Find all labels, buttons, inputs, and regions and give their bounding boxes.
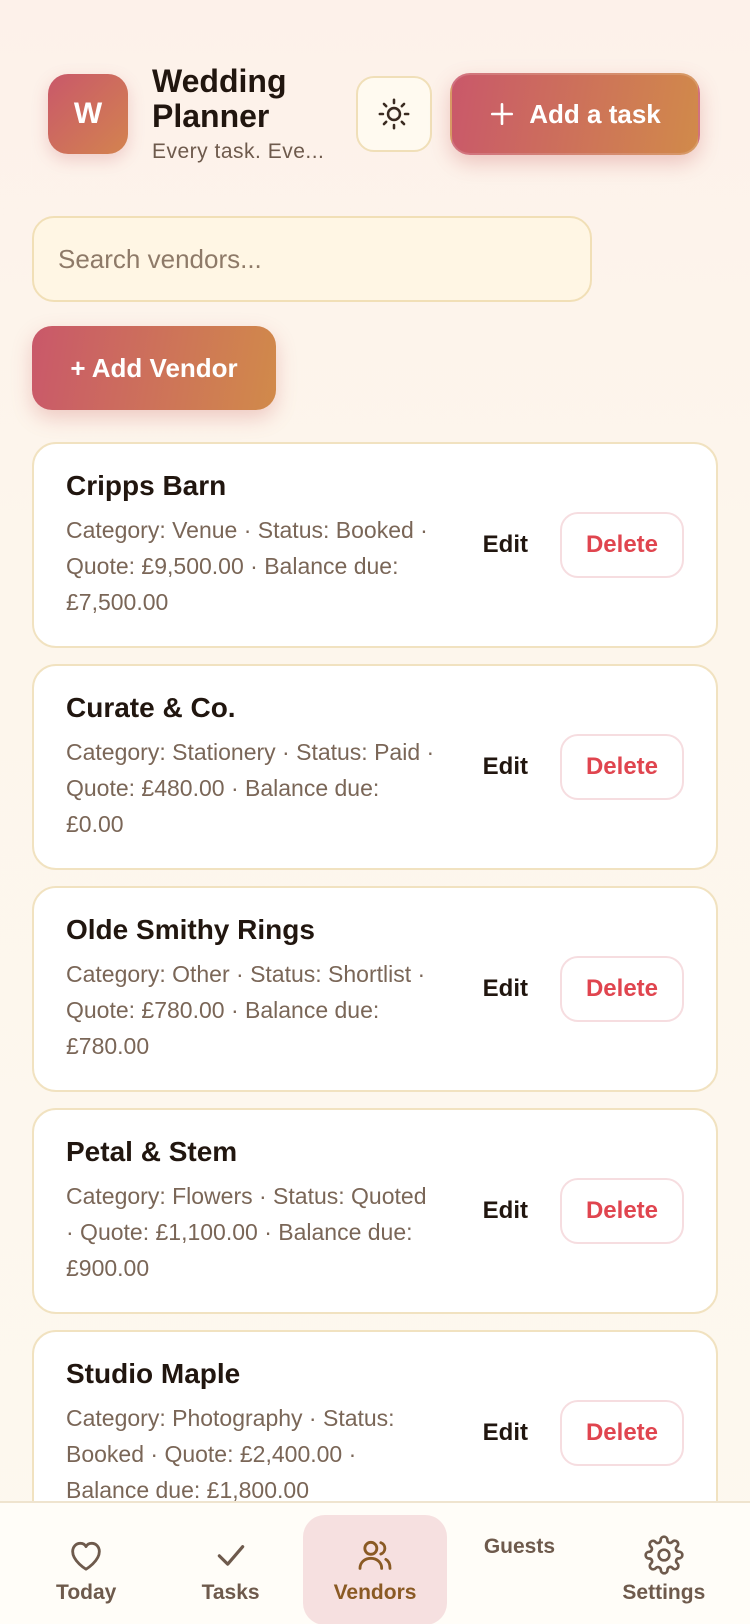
nav-settings[interactable]: Settings [592,1515,736,1624]
vendor-list: Cripps Barn Category: Venue · Status: Bo… [32,442,718,1552]
vendor-name: Olde Smithy Rings [66,914,315,945]
vendor-name: Petal & Stem [66,1136,238,1167]
vendor-info: Petal & Stem Category: Flowers · Status:… [66,1136,436,1286]
vendor-actions: Edit Delete [483,734,684,800]
vendor-name: Cripps Barn [66,470,227,501]
edit-button[interactable]: Edit [483,1197,560,1225]
search-vendors-input[interactable] [32,216,592,302]
nav-vendors[interactable]: Vendors [302,1515,448,1624]
vendor-card: Curate & Co. Category: Stationery · Stat… [32,664,718,870]
delete-button[interactable]: Delete [560,1178,684,1244]
edit-button[interactable]: Edit [483,531,560,559]
delete-button[interactable]: Delete [560,956,684,1022]
nav-settings-label: Settings [622,1581,706,1604]
plus-icon [491,102,514,126]
vendor-details: Category: Stationery · Status: Paid · Qu… [66,739,435,837]
app-title: Wedding Planner [152,63,287,134]
vendor-card: Olde Smithy Rings Category: Other · Stat… [32,886,718,1092]
nav-guests[interactable]: Guests [447,1515,591,1624]
app-header: W Wedding Planner Every task. Eve... Add… [48,64,718,164]
edit-button[interactable]: Edit [483,753,560,781]
nav-tasks[interactable]: Tasks [158,1515,302,1624]
delete-button[interactable]: Delete [560,1400,684,1466]
vendor-info: Olde Smithy Rings Category: Other · Stat… [66,914,436,1064]
nav-guests-label: Guests [483,1535,556,1558]
sun-icon [378,98,410,130]
bottom-nav: Today Tasks Vendors Guests Settings [0,1501,750,1624]
vendor-actions: Edit Delete [483,1400,684,1466]
nav-vendors-label: Vendors [333,1581,417,1604]
heart-icon [71,1541,101,1571]
delete-button[interactable]: Delete [560,512,684,578]
theme-toggle-button[interactable] [356,76,432,152]
brand: Wedding Planner Every task. Eve... [152,64,342,164]
edit-button[interactable]: Edit [483,1419,560,1447]
vendor-name: Curate & Co. [66,692,236,723]
nav-tasks-label: Tasks [201,1581,260,1604]
logo-letter: W [73,97,103,130]
app-subtitle: Every task. Eve... [152,140,325,163]
edit-button[interactable]: Edit [483,975,560,1003]
gear-icon [644,1535,684,1575]
vendor-actions: Edit Delete [483,956,684,1022]
users-icon [358,1540,392,1570]
vendor-actions: Edit Delete [483,1178,684,1244]
vendor-details: Category: Other · Status: Shortlist · Qu… [66,961,426,1059]
vendor-name: Studio Maple [66,1358,241,1389]
delete-button[interactable]: Delete [560,734,684,800]
add-task-button[interactable]: Add a task [450,73,700,155]
app-logo: W [48,74,128,154]
vendor-info: Curate & Co. Category: Stationery · Stat… [66,692,436,842]
vendor-details: Category: Flowers · Status: Quoted · Quo… [66,1183,427,1281]
add-task-label: Add a task [529,98,661,129]
vendor-card: Petal & Stem Category: Flowers · Status:… [32,1108,718,1314]
vendor-card: Cripps Barn Category: Venue · Status: Bo… [32,442,718,648]
nav-today[interactable]: Today [14,1515,158,1624]
check-icon [217,1545,244,1566]
add-vendor-label: + Add Vendor [70,352,238,383]
nav-today-label: Today [56,1581,117,1604]
vendor-actions: Edit Delete [483,512,684,578]
vendor-info: Cripps Barn Category: Venue · Status: Bo… [66,470,436,620]
vendor-info: Studio Maple Category: Photography · Sta… [66,1358,436,1508]
vendor-details: Category: Venue · Status: Booked · Quote… [66,517,428,615]
add-vendor-button[interactable]: + Add Vendor [32,326,276,410]
vendor-details: Category: Photography · Status: Booked ·… [66,1405,395,1503]
